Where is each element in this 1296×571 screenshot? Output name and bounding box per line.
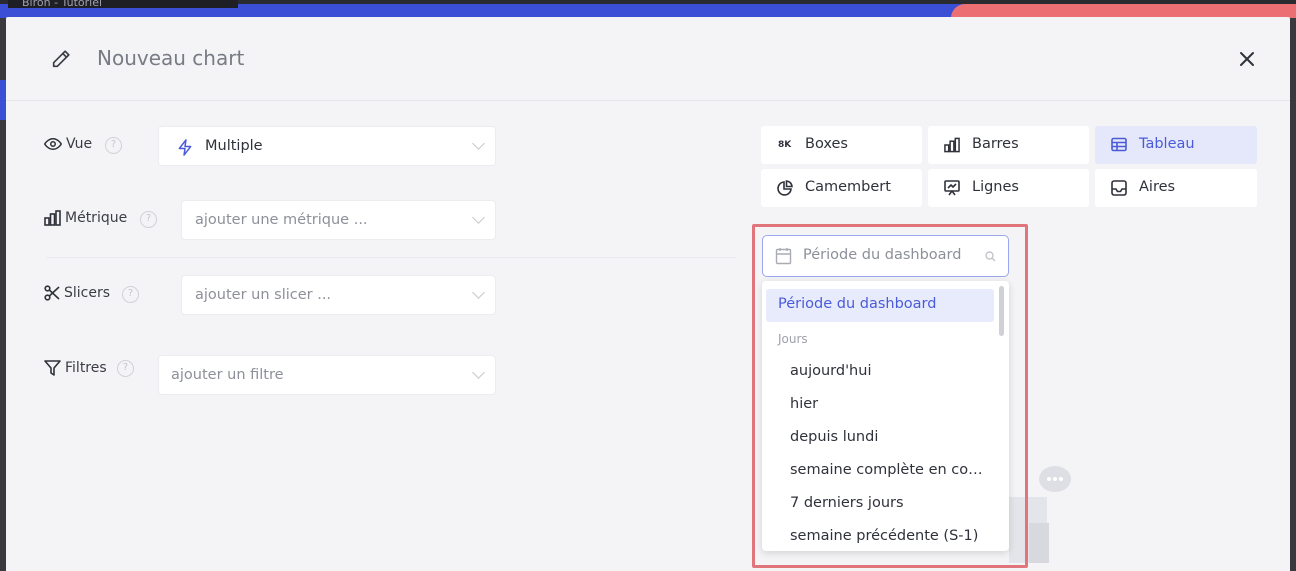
area-chart-icon: [1111, 180, 1127, 196]
modal-title[interactable]: Nouveau chart: [97, 46, 244, 70]
filter-icon: [44, 360, 61, 376]
period-option[interactable]: 7 derniers jours: [790, 495, 985, 511]
period-dropdown: Période du dashboard Jours aujourd'hui h…: [762, 281, 1009, 551]
chart-type-label: Aires: [1139, 179, 1176, 195]
bar-chart-icon: [44, 210, 61, 226]
vue-select[interactable]: Multiple: [158, 126, 496, 166]
chart-type-label: Camembert: [805, 179, 891, 195]
line-chart-icon: [944, 180, 960, 196]
bar-chart-icon: [944, 137, 960, 153]
search-icon: [985, 251, 996, 262]
vue-help-icon[interactable]: ?: [105, 137, 122, 154]
vue-label-text: Vue: [66, 136, 93, 152]
metrique-select[interactable]: ajouter une métrique ...: [181, 200, 496, 240]
period-group-label: Jours: [778, 332, 808, 346]
background-tab: Biron - Tutoriel: [8, 0, 238, 8]
chart-editor-modal: Nouveau chart Vue ? Multiple Métrique ? …: [6, 17, 1290, 571]
divider: [46, 257, 736, 258]
slicers-label-text: Slicers: [64, 285, 111, 301]
period-option[interactable]: semaine complète en cours: [790, 462, 985, 478]
slicers-help-icon[interactable]: ?: [122, 286, 139, 303]
chevron-down-icon: [472, 366, 485, 379]
chart-type-boxes[interactable]: 8K Boxes: [761, 126, 922, 164]
scissors-icon: [44, 285, 60, 301]
close-icon[interactable]: [1238, 50, 1256, 68]
chart-type-lignes[interactable]: Lignes: [928, 169, 1089, 207]
chevron-down-icon: [472, 211, 485, 224]
filtres-help-icon[interactable]: ?: [117, 360, 134, 377]
background-accent-red: [951, 4, 1296, 18]
period-search-input[interactable]: Période du dashboard: [762, 235, 1009, 277]
vue-value: Multiple: [205, 138, 263, 154]
eye-icon: [44, 137, 62, 151]
calendar-icon: [775, 248, 792, 265]
slicers-label: Slicers: [44, 285, 110, 301]
pencil-icon[interactable]: [50, 48, 72, 70]
chart-type-camembert[interactable]: Camembert: [761, 169, 922, 207]
period-search-placeholder: Période du dashboard: [803, 247, 962, 263]
chevron-down-icon: [472, 286, 485, 299]
filtres-placeholder: ajouter un filtre: [171, 367, 284, 383]
boxes-icon: 8K: [778, 140, 792, 150]
chart-type-aires[interactable]: Aires: [1095, 169, 1257, 207]
table-icon: [1111, 137, 1127, 152]
chevron-down-icon: [472, 137, 485, 150]
metrique-help-icon[interactable]: ?: [140, 211, 157, 228]
bolt-icon: [178, 139, 192, 156]
slicers-placeholder: ajouter un slicer ...: [195, 287, 332, 303]
period-option[interactable]: aujourd'hui: [790, 363, 985, 379]
period-option[interactable]: depuis lundi: [790, 429, 985, 445]
modal-header: Nouveau chart: [6, 17, 1290, 101]
empty-state-illustration-part: [1029, 523, 1049, 563]
chart-type-label: Tableau: [1139, 136, 1195, 152]
metrique-placeholder: ajouter une métrique ...: [195, 212, 368, 228]
chart-type-barres[interactable]: Barres: [928, 126, 1089, 164]
chart-type-label: Barres: [972, 136, 1019, 152]
period-option[interactable]: semaine précédente (S-1): [790, 528, 985, 544]
pie-chart-icon: [777, 180, 793, 196]
background-app-bar: Biron - Tutoriel: [0, 0, 1296, 18]
slicers-select[interactable]: ajouter un slicer ...: [181, 275, 496, 315]
filtres-label: Filtres: [44, 360, 107, 376]
chart-type-label: Lignes: [972, 179, 1019, 195]
dropdown-scrollbar[interactable]: [999, 286, 1004, 336]
period-option[interactable]: hier: [790, 396, 985, 412]
chart-type-tableau[interactable]: Tableau: [1095, 126, 1257, 164]
period-option-label: Période du dashboard: [778, 296, 937, 312]
filtres-label-text: Filtres: [65, 360, 107, 376]
period-option-selected[interactable]: Période du dashboard: [766, 289, 994, 322]
filtres-select[interactable]: ajouter un filtre: [158, 355, 496, 395]
chat-bubble-icon: [1039, 466, 1071, 492]
metrique-label: Métrique: [44, 210, 127, 226]
metrique-label-text: Métrique: [65, 210, 128, 226]
vue-label: Vue: [44, 136, 92, 152]
chart-type-label: Boxes: [805, 136, 848, 152]
